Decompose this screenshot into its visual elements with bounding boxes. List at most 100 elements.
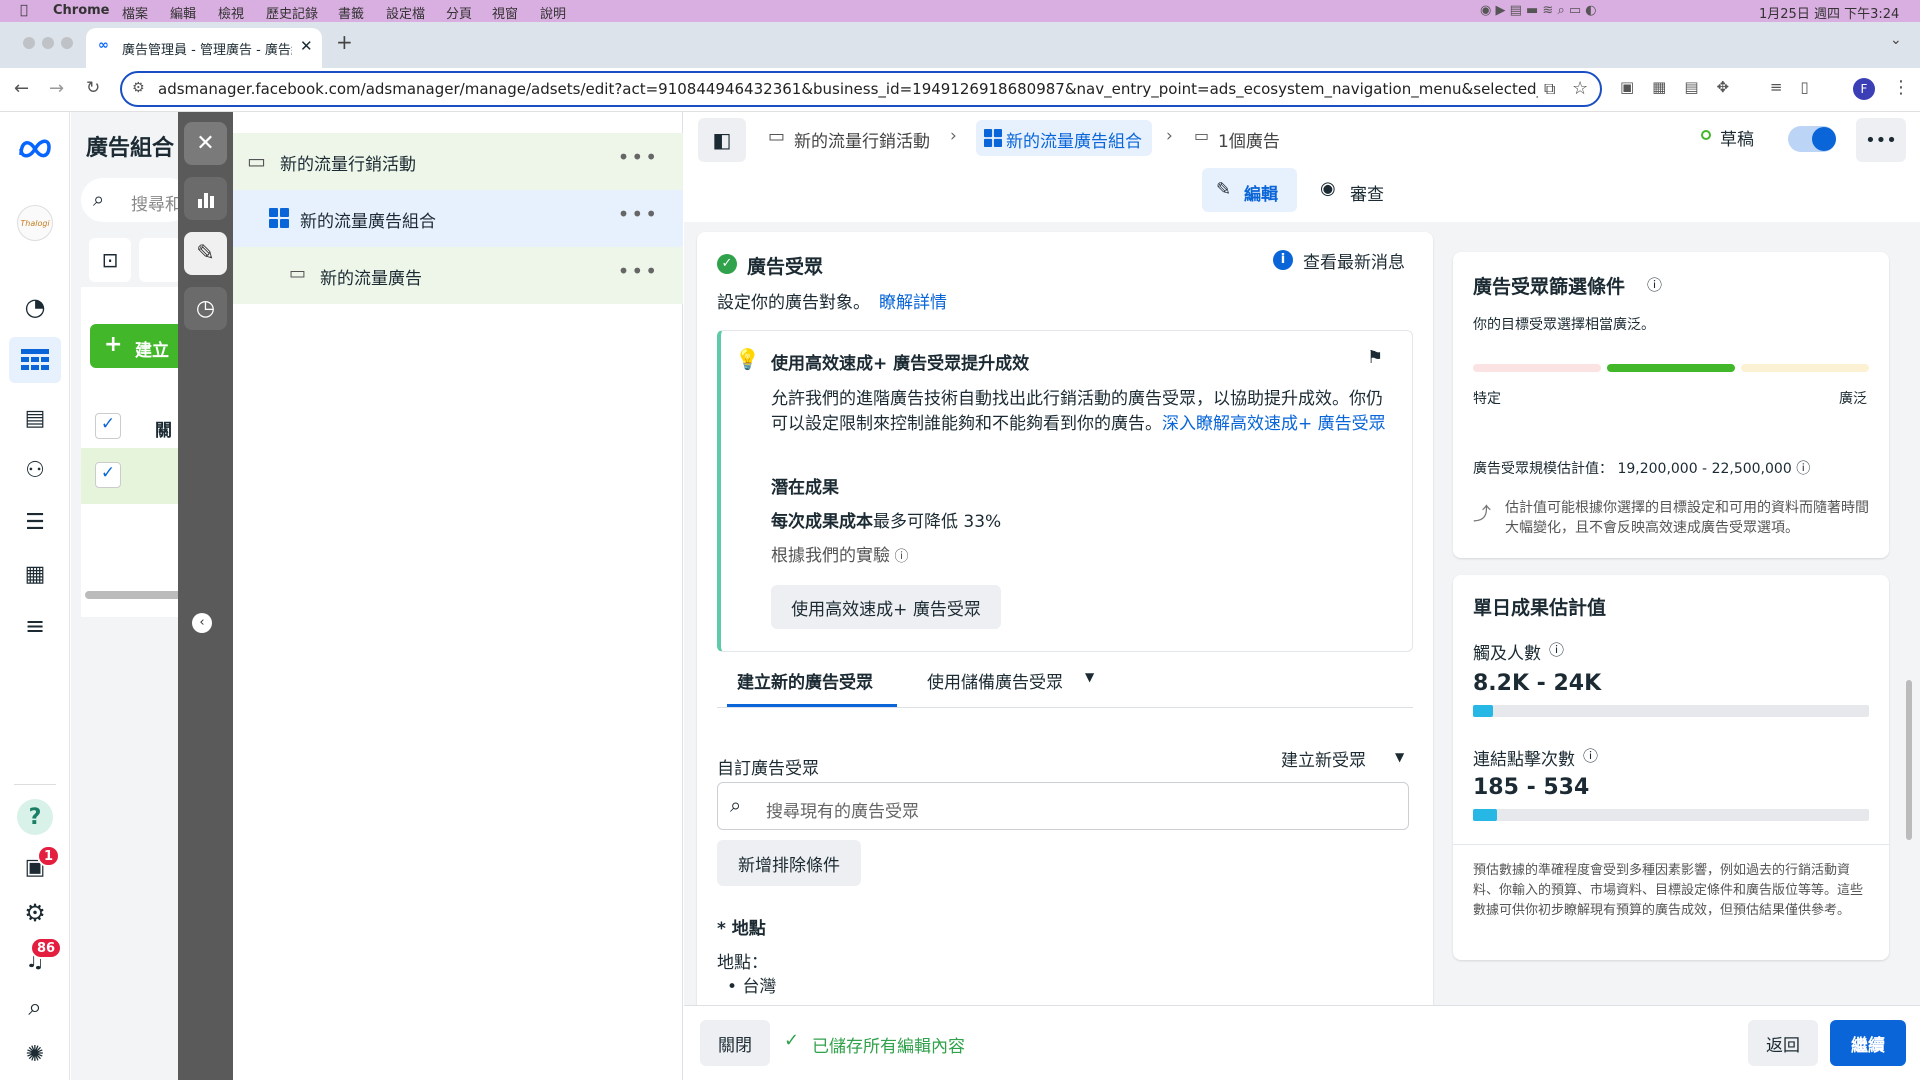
menu-help[interactable]: 說明 xyxy=(540,3,566,22)
back-icon[interactable]: ← xyxy=(14,78,29,99)
create-new-audience-dropdown[interactable]: 建立新受眾 xyxy=(1281,746,1366,771)
history-clock-icon[interactable]: ◷ xyxy=(184,287,227,330)
potential-title: 潛在成果 xyxy=(771,478,839,498)
billing-icon[interactable]: ☰ xyxy=(17,504,53,540)
advantage-learn-link[interactable]: 深入瞭解高效速成+ 廣告受眾 xyxy=(1162,414,1386,434)
status-toggle[interactable] xyxy=(1788,126,1836,152)
tree-ad-row[interactable]: ▭ 新的流量廣告 ••• xyxy=(233,247,683,304)
edit-pencil-icon[interactable]: ✎ xyxy=(184,232,227,275)
search-icon[interactable]: ⌕ xyxy=(17,989,53,1025)
toggle-panel-icon[interactable]: ◧ xyxy=(698,118,746,162)
account-avatar[interactable]: Thalogi xyxy=(17,205,53,241)
tree-campaign-row[interactable]: ▭ 新的流量行銷活動 ••• xyxy=(233,133,683,190)
breadcrumb-adset[interactable]: 新的流量廣告組合 xyxy=(976,120,1152,156)
tab-close-icon[interactable]: ✕ xyxy=(300,37,313,55)
use-advantage-button[interactable]: 使用高效速成+ 廣告受眾 xyxy=(771,585,1001,629)
campaign-name: 新的流量行銷活動 xyxy=(280,155,416,175)
left-nav-rail: Thalogi ◔ ▤ ⚇ ☰ ▦ ≡ ? ▣ 1 ⚙ ♫ 86 ⌕ ✺ xyxy=(0,112,70,1080)
reach-info-icon[interactable]: ⓘ xyxy=(1549,639,1564,660)
forward-icon[interactable]: → xyxy=(49,78,64,99)
settings-gear-icon[interactable]: ⚙ xyxy=(17,895,53,931)
breadcrumb-ads[interactable]: 1個廣告 xyxy=(1218,127,1280,152)
all-tools-icon[interactable]: ≡ xyxy=(17,608,53,644)
window-close-dot[interactable] xyxy=(23,37,35,49)
audiences-icon[interactable]: ⚇ xyxy=(17,452,53,488)
continue-button[interactable]: 繼續 xyxy=(1830,1020,1906,1066)
window-minimize-dot[interactable] xyxy=(42,37,54,49)
site-settings-icon[interactable]: ⚙ xyxy=(132,80,145,96)
reload-icon[interactable]: ↻ xyxy=(86,78,100,98)
menu-history[interactable]: 歷史記錄 xyxy=(266,3,318,22)
clicks-label: 連結點擊次數 xyxy=(1473,750,1575,770)
row-checkbox[interactable]: ✓ xyxy=(95,462,121,488)
advantage-box: 💡 使用高效速成+ 廣告受眾提升成效 ⚑ 允許我們的進階廣告技術自動找出此行銷活… xyxy=(717,330,1413,652)
bookmark-star-icon[interactable]: ☆ xyxy=(1572,78,1588,99)
install-icon[interactable]: ⧉ xyxy=(1544,79,1555,99)
criteria-info-icon[interactable]: ⓘ xyxy=(1647,274,1662,295)
breadcrumb-campaign[interactable]: 新的流量行銷活動 xyxy=(794,127,930,152)
menu-file[interactable]: 檔案 xyxy=(122,3,148,22)
help-icon[interactable]: ? xyxy=(17,799,53,835)
search-placeholder: 搜尋和 xyxy=(131,195,182,215)
profile-avatar[interactable]: F xyxy=(1853,78,1875,100)
pages-icon[interactable]: ▤ xyxy=(17,400,53,436)
table-row[interactable]: ✓ xyxy=(81,448,191,504)
audience-search-input[interactable]: ⌕ 搜尋現有的廣告受眾 xyxy=(717,782,1409,830)
horizontal-scrollbar[interactable] xyxy=(85,591,185,599)
adset-more-icon[interactable]: ••• xyxy=(618,202,659,226)
create-button[interactable]: + 建立 xyxy=(90,324,190,368)
new-tab-button[interactable]: + xyxy=(336,30,353,54)
menu-profiles[interactable]: 設定檔 xyxy=(386,3,425,22)
background-search-input[interactable]: ⌕ 搜尋和 xyxy=(81,178,191,222)
tab-edit[interactable]: ✎ 編輯 xyxy=(1202,168,1297,212)
ads-manager-icon[interactable] xyxy=(9,337,61,383)
clicks-info-icon[interactable]: ⓘ xyxy=(1583,745,1598,766)
url-text[interactable]: adsmanager.facebook.com/adsmanager/manag… xyxy=(158,80,1538,98)
select-all-checkbox[interactable]: ✓ xyxy=(95,413,121,439)
learn-more-link[interactable]: 瞭解詳情 xyxy=(879,288,947,313)
charts-icon[interactable] xyxy=(184,177,227,220)
campaigns-tab-icon[interactable]: ⊡ xyxy=(89,238,131,282)
close-button[interactable]: 關閉 xyxy=(700,1020,770,1066)
tab-create-new-audience[interactable]: 建立新的廣告受眾 xyxy=(737,668,873,693)
meta-logo-icon[interactable] xyxy=(17,130,53,166)
bug-report-icon[interactable]: ✺ xyxy=(17,1036,53,1072)
address-bar[interactable]: ⚙ adsmanager.facebook.com/adsmanager/man… xyxy=(120,71,1602,107)
dashboard-icon[interactable]: ◔ xyxy=(17,289,53,325)
menu-edit[interactable]: 編輯 xyxy=(170,3,196,22)
feedback-icon[interactable]: ⚑ xyxy=(1367,347,1383,368)
catalog-icon[interactable]: ▦ xyxy=(17,556,53,592)
more-options-icon[interactable]: ••• xyxy=(1856,118,1906,162)
tab-search-icon[interactable]: ⌄ xyxy=(1890,32,1902,48)
close-editor-icon[interactable]: ✕ xyxy=(184,122,227,165)
size-info-icon[interactable]: ⓘ xyxy=(1796,461,1810,477)
adsets-tab[interactable] xyxy=(139,238,181,282)
info-small-icon[interactable]: ⓘ xyxy=(890,549,908,565)
tabs-divider xyxy=(717,707,1413,708)
menu-window[interactable]: 視窗 xyxy=(492,3,518,22)
criteria-card: 廣告受眾篩選條件 ⓘ 你的目標受眾選擇相當廣泛。 特定 廣泛 廣告受眾規模估計值… xyxy=(1453,252,1889,558)
news-link[interactable]: 查看最新消息 xyxy=(1303,248,1405,273)
tab-saved-audience[interactable]: 使用儲備廣告受眾 xyxy=(927,668,1063,693)
campaign-more-icon[interactable]: ••• xyxy=(618,145,659,169)
chrome-menu-icon[interactable]: ⋮ xyxy=(1892,77,1910,98)
collapse-chevron-icon[interactable]: ‹ xyxy=(192,613,212,633)
extension-icons[interactable]: ▣▦▤✥ ≡▯ xyxy=(1620,78,1827,96)
ad-name: 新的流量廣告 xyxy=(320,269,422,289)
reach-bar xyxy=(1473,705,1869,717)
add-exclusion-button[interactable]: 新增排除條件 xyxy=(717,840,861,886)
tree-adset-row[interactable]: 新的流量廣告組合 ••• xyxy=(233,190,683,247)
apple-icon[interactable]:  xyxy=(20,3,28,18)
window-zoom-dot[interactable] xyxy=(61,37,73,49)
criteria-title: 廣告受眾篩選條件 xyxy=(1473,276,1626,298)
menu-tabs[interactable]: 分頁 xyxy=(446,3,472,22)
menu-chrome[interactable]: Chrome xyxy=(53,3,110,18)
back-button[interactable]: 返回 xyxy=(1748,1020,1818,1066)
browser-tab-active[interactable]: ∞ 廣告管理員 - 管理廣告 - 廣告組 ✕ xyxy=(86,28,322,68)
clicks-bar-fill xyxy=(1473,809,1497,821)
menu-bookmarks[interactable]: 書籤 xyxy=(338,3,364,22)
ad-more-icon[interactable]: ••• xyxy=(618,259,659,283)
tab-review[interactable]: 審查 xyxy=(1350,180,1384,205)
menu-view[interactable]: 檢視 xyxy=(218,3,244,22)
main-scrollbar[interactable] xyxy=(1906,680,1912,840)
